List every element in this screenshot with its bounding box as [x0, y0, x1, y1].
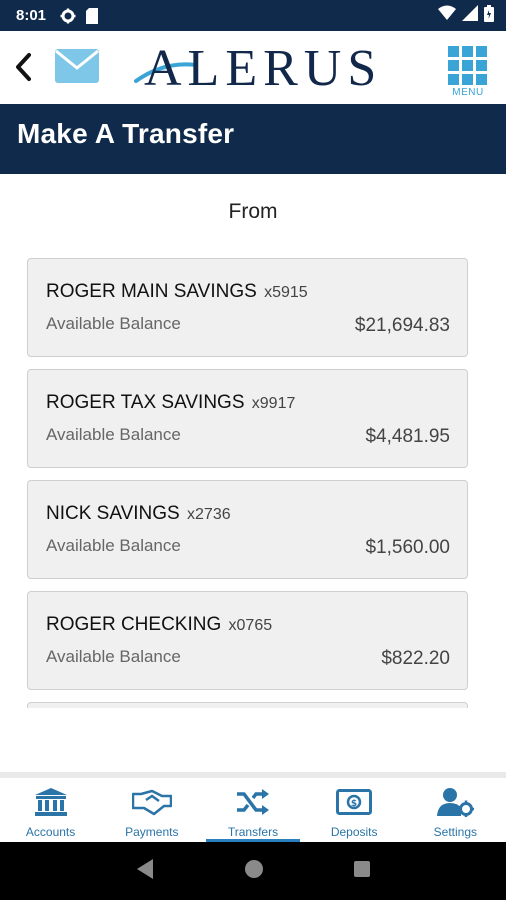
check-deposit-icon: $	[336, 786, 373, 818]
tab-label: Payments	[125, 825, 179, 839]
balance-value: $4,481.95	[365, 426, 450, 447]
account-number: x0765	[228, 617, 273, 634]
balance-label: Available Balance	[46, 536, 181, 555]
account-name: ROGER CHECKING	[46, 614, 222, 635]
from-label: From	[228, 200, 278, 223]
tab-label: Settings	[433, 825, 478, 839]
logo-text: ALERUS	[144, 40, 383, 97]
menu-grid-icon	[448, 46, 490, 85]
mail-button[interactable]	[54, 47, 100, 85]
app-header: ALERUS MENU	[0, 31, 506, 104]
balance-value: $1,560.00	[365, 537, 450, 558]
account-card-partial[interactable]	[27, 702, 468, 708]
shuffle-icon	[236, 786, 270, 818]
sd-card-icon	[86, 7, 99, 24]
menu-label: MENU	[452, 87, 484, 98]
handshake-icon	[131, 786, 172, 818]
account-name-row: ROGER CHECKING x0765	[46, 614, 272, 636]
recents-square-icon[interactable]	[353, 860, 371, 883]
system-nav-bar	[0, 842, 506, 900]
balance-value: $822.20	[381, 648, 450, 669]
account-name: ROGER TAX SAVINGS	[46, 392, 245, 413]
transfer-content: From ROGER MAIN SAVINGS x5915 Available …	[0, 174, 506, 774]
balance-value: $21,694.83	[354, 315, 450, 336]
alerus-logo: ALERUS	[134, 37, 414, 97]
bank-icon	[34, 786, 68, 818]
account-name: ROGER MAIN SAVINGS	[46, 281, 257, 302]
status-bar: 8:01	[0, 0, 506, 31]
account-name-row: ROGER TAX SAVINGS x9917	[46, 392, 295, 414]
account-card[interactable]: ROGER TAX SAVINGS x9917 Available Balanc…	[27, 369, 468, 468]
tab-payments[interactable]: Payments	[101, 778, 202, 842]
tab-label: Accounts	[25, 825, 76, 839]
status-time: 8:01	[16, 7, 47, 24]
status-icons	[438, 4, 494, 27]
account-name: NICK SAVINGS	[46, 503, 180, 524]
bottom-nav: Accounts Payments Transfers $ Deposits S…	[0, 772, 506, 842]
account-number: x2736	[187, 506, 231, 523]
signal-icon	[462, 5, 478, 26]
tab-settings[interactable]: Settings	[405, 778, 506, 842]
tab-accounts[interactable]: Accounts	[0, 778, 101, 842]
tab-label: Deposits	[330, 825, 378, 839]
title-bar: Make A Transfer	[0, 104, 506, 174]
home-circle-icon[interactable]	[244, 859, 264, 884]
account-number: x5915	[264, 284, 308, 301]
tab-label: Transfers	[227, 825, 279, 839]
battery-icon	[484, 4, 494, 27]
back-triangle-icon[interactable]	[135, 858, 155, 885]
back-button[interactable]	[8, 49, 38, 85]
back-arrow-icon	[16, 53, 31, 81]
menu-button[interactable]: MENU	[446, 46, 490, 102]
account-card[interactable]: ROGER CHECKING x0765 Available Balance $…	[27, 591, 468, 690]
account-name-row: ROGER MAIN SAVINGS x5915	[46, 281, 308, 303]
wifi-icon	[438, 5, 456, 26]
page-title: Make A Transfer	[17, 118, 235, 149]
tab-transfers[interactable]: Transfers	[202, 778, 303, 842]
account-number: x9917	[251, 395, 296, 412]
balance-label: Available Balance	[46, 647, 181, 666]
balance-label: Available Balance	[46, 314, 181, 333]
account-card[interactable]: ROGER MAIN SAVINGS x5915 Available Balan…	[27, 258, 468, 357]
mail-icon	[55, 49, 99, 83]
account-card[interactable]: NICK SAVINGS x2736 Available Balance $1,…	[27, 480, 468, 579]
account-name-row: NICK SAVINGS x2736	[46, 503, 231, 525]
svg-text:$: $	[351, 799, 357, 809]
balance-label: Available Balance	[46, 425, 181, 444]
gear-icon	[60, 8, 76, 24]
user-settings-icon	[436, 786, 475, 818]
tab-deposits[interactable]: $ Deposits	[304, 778, 405, 842]
